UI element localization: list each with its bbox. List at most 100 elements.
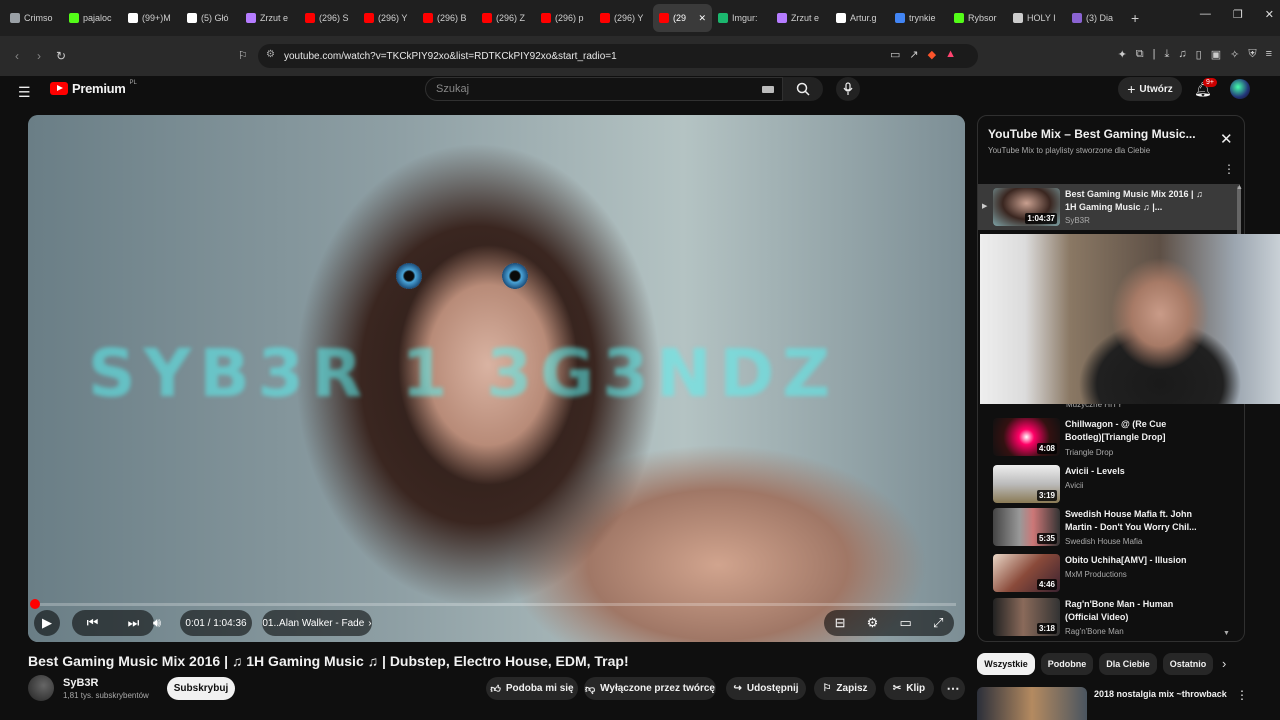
account-avatar[interactable] [1230,79,1250,99]
brave-shield-icon[interactable]: ◆ [928,48,936,61]
browser-tab[interactable]: (3) Dia [1066,4,1125,32]
subtitles-icon[interactable]: ⊟ [835,615,846,631]
playlist-title[interactable]: YouTube Mix – Best Gaming Music... [988,127,1203,141]
download-icon[interactable]: ⤓ [1165,48,1170,61]
save-label: Zapisz [836,683,868,694]
bookmark-icon[interactable]: ⚐ [238,49,248,62]
browser-tab[interactable]: (296) B [417,4,476,32]
tab-label: (296) B [437,13,467,23]
scroll-down-icon[interactable]: ▼ [1223,630,1230,637]
keyboard-icon[interactable] [762,86,774,93]
voice-search-button[interactable] [836,77,860,101]
scissors-icon: ✂ [892,683,902,694]
playlist-item[interactable]: 5:35 Swedish House Mafia ft. John Martin… [978,504,1240,550]
browser-tab[interactable]: (296) Y [594,4,653,32]
music-icon[interactable]: ♫ [1178,48,1186,61]
back-icon[interactable]: ‹ [8,49,26,63]
recommendation-thumbnail[interactable] [977,687,1087,720]
video-player[interactable]: SYB3R 1 3G3NDZ ▶ ⏮ ⏭ 🔊︎ 0:01 / 1:04:36 0… [28,115,965,642]
browser-tab[interactable]: Zrzut e [771,4,830,32]
extension-icon[interactable]: ✦ [1118,48,1127,61]
playlist-scrollbar[interactable] [1237,186,1241,238]
browser-tab[interactable]: Zrzut e [240,4,299,32]
browser-tab[interactable]: Imgur: [712,4,771,32]
recommendation-title[interactable]: 2018 nostalgia mix ~throwback [1094,689,1229,699]
browser-tab[interactable]: (296) p [535,4,594,32]
more-vertical-icon[interactable]: ⋮ [1223,162,1235,176]
browser-tab[interactable]: (99+)M [122,4,181,32]
browser-tab[interactable]: (296) S [299,4,358,32]
next-icon[interactable]: ⏭ [128,615,140,631]
previous-icon[interactable]: ⏮ [87,615,99,631]
playlist-item[interactable]: 3:18 Rag'n'Bone Man - Human (Official Vi… [978,594,1240,640]
hamburger-menu-icon[interactable]: ☰ [18,84,31,101]
vpn-icon[interactable]: ⛨ [1248,48,1256,61]
close-window-icon[interactable]: ✕ [1265,8,1274,21]
theater-mode-icon[interactable]: ▭ [899,615,911,631]
share-button[interactable]: ↪ Udostępnij [726,677,806,700]
browser-tab[interactable]: Crimso [4,4,63,32]
browser-tab[interactable]: (29 ✕ [653,4,712,32]
settings-gear-icon[interactable]: ⚙ [867,615,879,631]
chip-related[interactable]: Podobne [1041,653,1093,675]
channel-name[interactable]: SyB3R [63,677,98,689]
browser-tab[interactable]: Artur.g [830,4,889,32]
minimize-icon[interactable]: — [1200,8,1211,21]
close-tab-icon[interactable]: ✕ [698,13,706,24]
dislike-button[interactable]: 👎︎ Wyłączone przez twórcę [584,677,716,700]
chevron-right-icon: › [368,617,372,629]
scroll-up-icon[interactable]: ▲ [1236,184,1243,191]
forward-icon[interactable]: › [30,49,48,63]
volume-button[interactable]: 🔊︎ [146,610,168,636]
share-page-icon[interactable]: ↗ [909,48,918,61]
url-field[interactable]: ⚙ youtube.com/watch?v=TKCkPIY92xo&list=R… [258,44,978,68]
search-button[interactable] [783,77,823,101]
reload-icon[interactable]: ↻ [52,49,70,63]
playlist-item[interactable]: ▶ 1:04:37 Best Gaming Music Mix 2016 | ♫… [978,184,1240,230]
like-button[interactable]: 👍︎ Podoba mi się [486,677,578,700]
chip-recent[interactable]: Ostatnio [1163,653,1213,675]
browser-tab[interactable]: Rybsor [948,4,1007,32]
chapter-button[interactable]: 01..Alan Walker - Fade › [262,610,372,636]
screenshot-icon[interactable]: ⧉ [1136,48,1144,61]
browser-tab[interactable]: (5) Głó [181,4,240,32]
restore-icon[interactable]: ❐ [1233,8,1243,21]
site-info-icon[interactable]: ⚙ [266,49,275,60]
clip-button[interactable]: ✂ Klip [884,677,934,700]
browser-tab[interactable]: HOLY I [1007,4,1066,32]
leo-icon[interactable]: ✧ [1230,48,1239,61]
chip-all[interactable]: Wszystkie [977,653,1035,675]
playlist-item[interactable]: 4:08 Chillwagon - @ (Re Cue Bootleg)[Tri… [978,414,1240,460]
install-icon[interactable]: ▭ [890,48,900,61]
more-actions-button[interactable]: ⋯ [941,677,965,700]
subscribe-button[interactable]: Subskrybuj [167,677,235,700]
create-button[interactable]: + Utwórz [1118,77,1182,101]
chip-for-you[interactable]: Dla Ciebie [1099,653,1157,675]
tab-label: (296) p [555,13,584,23]
close-icon[interactable]: ✕ [1220,130,1233,148]
playlist-item-title: Best Gaming Music Mix 2016 | ♫ 1H Gaming… [1065,189,1203,212]
search-input[interactable]: Szukaj [425,77,783,101]
playlist-item[interactable]: 3:19 Avicii - Levels Avicii [978,461,1240,507]
playlist-item-title: Obito Uchiha[AMV] - Illusion [1065,555,1187,565]
youtube-premium-logo[interactable]: Premium PL [50,80,137,96]
channel-avatar[interactable] [28,675,54,701]
browser-tab[interactable]: (296) Y [358,4,417,32]
browser-tab[interactable]: trynkie [889,4,948,32]
save-button[interactable]: ⚐ Zapisz [814,677,876,700]
new-tab-button[interactable]: + [1125,4,1149,32]
fullscreen-icon[interactable]: ⤢ [933,615,943,631]
rewards-icon[interactable]: ▲ [945,48,956,61]
sidebar-icon[interactable]: ▯ [1196,48,1202,61]
browser-tab[interactable]: (296) Z [476,4,535,32]
menu-icon[interactable]: ≡ [1266,48,1272,61]
wallet-icon[interactable]: ▣ [1211,48,1221,61]
search-icon [796,82,810,96]
more-vertical-icon[interactable]: ⋮ [1236,688,1248,702]
duration-badge: 3:18 [1036,623,1057,634]
browser-tab[interactable]: pajaloc [63,4,122,32]
play-button[interactable]: ▶ [34,610,60,636]
playlist-item[interactable]: 4:46 Obito Uchiha[AMV] - Illusion MxM Pr… [978,550,1240,596]
progress-bar[interactable] [36,603,956,606]
chevron-right-icon[interactable]: › [1222,656,1226,671]
